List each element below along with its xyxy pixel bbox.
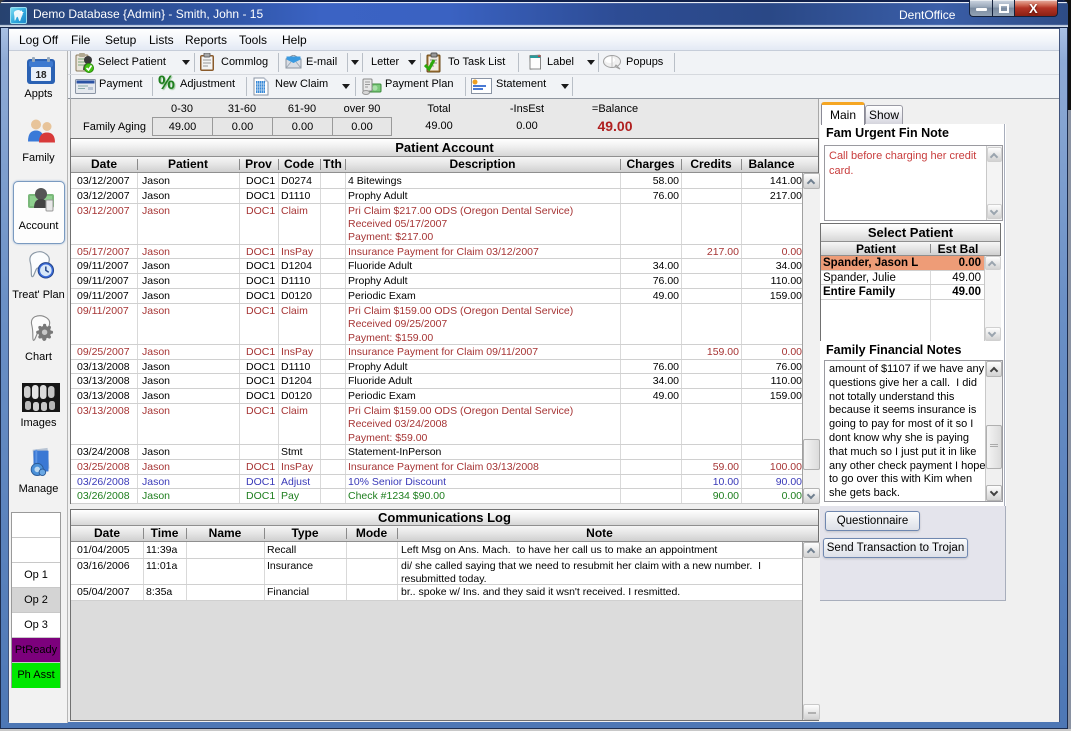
svg-text:18: 18 <box>35 70 47 81</box>
